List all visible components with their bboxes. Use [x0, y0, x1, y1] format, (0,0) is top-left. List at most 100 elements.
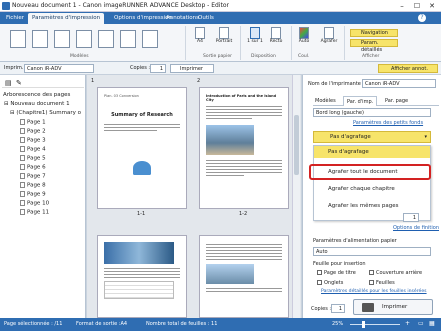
template-thumb-2[interactable]: [32, 30, 48, 48]
tree-page-6[interactable]: Page 6: [20, 164, 46, 171]
insert-sheets-link[interactable]: Paramètres détaillés pour les feuilles i…: [321, 289, 427, 294]
preview-page-1-1[interactable]: Plan. 03 Conversion Summary of Research: [97, 87, 187, 209]
orientation-button[interactable]: Portrait: [213, 27, 235, 44]
doc1-title: Summary of Research: [111, 112, 173, 118]
preview-scrollbar[interactable]: [292, 75, 300, 318]
preview-page-2-2[interactable]: [199, 235, 289, 318]
template-thumb-3[interactable]: [54, 30, 70, 48]
tree-root[interactable]: ⊟ Nouveau document 1: [4, 101, 70, 107]
tree-page-11[interactable]: Page 11: [20, 209, 49, 216]
printer-select[interactable]: Canon iR-ADV: [24, 64, 94, 73]
copies-input[interactable]: 1: [150, 64, 166, 73]
tree-page-label: Page 4: [27, 146, 46, 153]
sheets-checkbox[interactable]: Feuilles: [369, 280, 395, 286]
page-marker-1: 1: [91, 78, 95, 84]
tree-page-8[interactable]: Page 8: [20, 182, 46, 189]
tabs-checkbox[interactable]: Onglets: [317, 280, 343, 286]
group-label-disposition: Disposition: [251, 54, 276, 59]
print-main-button[interactable]: Imprimer: [353, 299, 433, 315]
subtab-par-page[interactable]: Par. page: [385, 98, 408, 104]
print-button[interactable]: Imprimer: [170, 64, 214, 73]
show-annotations-label: Afficher annot.: [391, 66, 428, 72]
tree-page-1[interactable]: Page 1: [20, 119, 46, 126]
title-page-checkbox[interactable]: Page de titre: [317, 270, 356, 276]
status-output-format: Format de sortie :A4: [76, 321, 128, 327]
delete-page-icon[interactable]: ✎: [16, 79, 22, 87]
pages-per-sheet-button[interactable]: 1 sur 1: [246, 27, 264, 44]
zoom-slider-thumb[interactable]: [362, 321, 365, 328]
layout-icon: [250, 27, 260, 39]
navigation-toggle[interactable]: Navigation: [350, 29, 398, 37]
tree-toolbar: ▤ ✎: [2, 78, 84, 88]
staple-dropdown-label: Pas d'agrafage: [330, 134, 371, 140]
help-icon[interactable]: ?: [418, 14, 426, 22]
menu-item-staple-same[interactable]: Agrafer les mêmes pages: [314, 200, 430, 212]
detailed-settings-toggle[interactable]: Param. détaillés: [350, 39, 398, 53]
tab-parametres-impression[interactable]: Paramètres d'impression: [28, 13, 105, 24]
color-mode-label: Auto: [298, 39, 310, 44]
tree-chapter[interactable]: ⊟ (Chapitre1) Summary o: [10, 110, 81, 116]
maximize-icon[interactable]: ☐: [410, 1, 424, 11]
banner-image: [104, 242, 174, 264]
zoom-slider[interactable]: [350, 321, 400, 328]
tab-outils[interactable]: Outils: [194, 13, 218, 24]
template-thumb-5[interactable]: [98, 30, 114, 48]
table-image: [104, 281, 174, 299]
focus-highlight: [309, 164, 431, 180]
settings-panel: Nom de l'imprimante : Canon iR-ADV Modèl…: [302, 75, 441, 318]
tree-page-5[interactable]: Page 5: [20, 155, 46, 162]
printer-icon: [362, 303, 374, 312]
staple-count-input[interactable]: 1: [403, 213, 419, 222]
fit-width-icon[interactable]: ▦: [429, 320, 435, 327]
scrollbar-thumb[interactable]: [294, 115, 299, 175]
menu-item-staple-chapter[interactable]: Agrafer chaque chapitre: [314, 183, 430, 195]
printer-name-select[interactable]: Canon iR-ADV: [362, 79, 436, 88]
tree-page-label: Page 2: [27, 128, 46, 135]
tree-page-7[interactable]: Page 7: [20, 173, 46, 180]
tab-fichier[interactable]: Fichier: [2, 13, 28, 24]
tree-page-label: Page 11: [27, 209, 50, 216]
preview-page-1-2[interactable]: Introduction of Paris and the Island Cit…: [199, 87, 289, 209]
staple-dropdown[interactable]: Pas d'agrafage ▾: [313, 131, 431, 143]
template-thumb-7[interactable]: [142, 30, 158, 48]
subtab-par-imp[interactable]: Par. d'imp.: [343, 96, 378, 106]
fit-page-icon[interactable]: ▭: [418, 320, 424, 327]
duplex-button[interactable]: Recto: [267, 27, 285, 44]
duplex-icon: [271, 27, 281, 39]
binding-select[interactable]: Bord long (gauche): [313, 108, 431, 117]
templates-gallery[interactable]: [6, 28, 166, 50]
subtab-modeles[interactable]: Modèles: [315, 98, 336, 104]
preview-page-2-1[interactable]: [97, 235, 187, 318]
tree-page-9[interactable]: Page 9: [20, 191, 46, 198]
page-preview-area[interactable]: 1 2 Plan. 03 Conversion Summary of Resea…: [87, 75, 301, 318]
paper-size-button[interactable]: A4: [190, 27, 210, 44]
add-page-icon[interactable]: ▤: [5, 79, 12, 87]
show-annotations-toggle[interactable]: Afficher annot.: [378, 64, 438, 73]
menu-item-no-staple[interactable]: Pas d'agrafage: [314, 146, 430, 158]
tree-page-4[interactable]: Page 4: [20, 146, 46, 153]
template-thumb-1[interactable]: [10, 30, 26, 48]
landscape-photo: [206, 264, 254, 284]
staple-button[interactable]: Agrafer: [318, 27, 340, 44]
print-toolbar: Imprim. Canon iR-ADV Copies : 1 Imprimer…: [0, 62, 441, 75]
zoom-level: 25%: [332, 321, 344, 327]
finishing-options-link[interactable]: Options de finition: [393, 225, 439, 231]
preview-label-2: 1-2: [239, 211, 248, 217]
minimize-icon[interactable]: –: [395, 1, 409, 11]
copies-bottom-input[interactable]: 1: [331, 304, 345, 313]
color-mode-button[interactable]: Auto: [296, 27, 312, 44]
tree-page-3[interactable]: Page 3: [20, 137, 46, 144]
logo-image: [133, 161, 151, 175]
tree-page-2[interactable]: Page 2: [20, 128, 46, 135]
template-thumb-6[interactable]: [120, 30, 136, 48]
zoom-in-icon[interactable]: +: [405, 320, 410, 327]
paper-source-select[interactable]: Auto: [313, 247, 431, 256]
template-thumb-4[interactable]: [76, 30, 92, 48]
tree-page-label: Page 7: [27, 173, 46, 180]
page-icon: [195, 27, 205, 39]
small-margins-link[interactable]: Paramètres des petits fonds: [353, 120, 423, 126]
status-total-sheets: Nombre total de feuilles : 11: [146, 321, 218, 327]
tree-page-10[interactable]: Page 10: [20, 200, 49, 207]
close-icon[interactable]: ✕: [425, 1, 439, 11]
back-cover-checkbox[interactable]: Couverture arrière: [369, 270, 422, 276]
